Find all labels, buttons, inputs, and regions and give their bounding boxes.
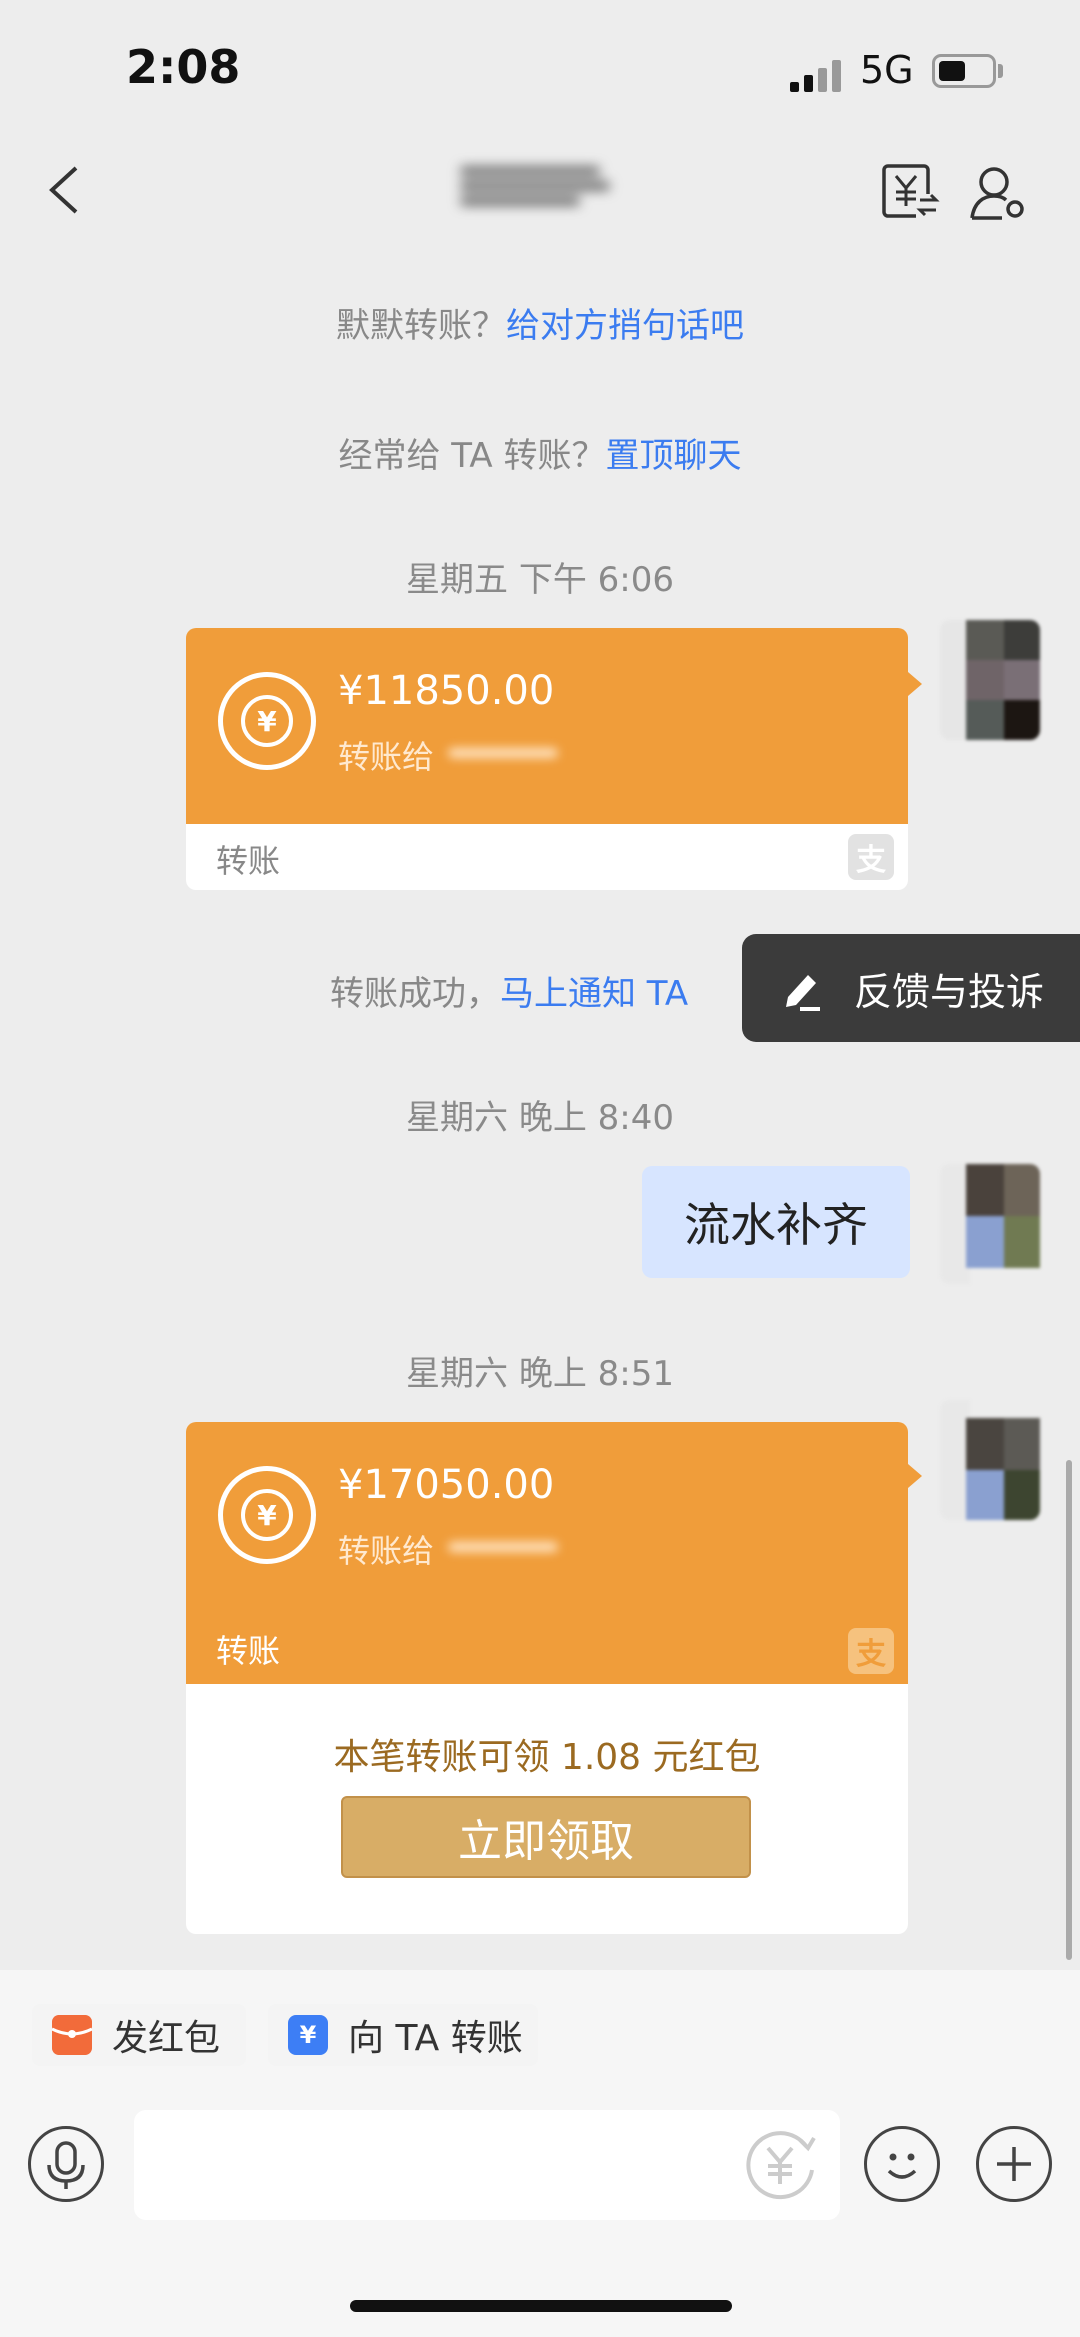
avatar[interactable]: [940, 1400, 1040, 1520]
signal-icon: [790, 58, 842, 92]
transfer-recipient-label: 转账给: [338, 1532, 435, 1570]
hint-text: 经常给 TA 转账？: [338, 436, 606, 476]
chevron-left-icon: [49, 166, 78, 214]
feedback-button[interactable]: 反馈与投诉: [742, 934, 1080, 1042]
claim-red-packet-button[interactable]: 立即领取: [341, 1796, 751, 1878]
yuan-transfer-icon: [882, 164, 940, 220]
text-message-bubble[interactable]: 流水补齐: [642, 1166, 910, 1278]
transfer-card-header: ¥ ¥11850.00 转账给: [186, 628, 908, 824]
transfer-coin-icon: ¥: [218, 1466, 316, 1564]
recipient-name-blurred: [448, 748, 558, 758]
chat-title-blurred: [460, 160, 620, 210]
red-packet-icon: [52, 2015, 92, 2055]
more-button[interactable]: [976, 2126, 1052, 2202]
message-input[interactable]: [134, 2110, 840, 2220]
red-packet-section: 本笔转账可领 1.08 元红包 立即领取: [186, 1684, 908, 1934]
feedback-label: 反馈与投诉: [854, 969, 1045, 1014]
yuan-card-icon: ¥: [288, 2015, 328, 2055]
timestamp: 星期六 晚上 8:40: [406, 1098, 674, 1138]
plus-icon: [997, 2147, 1031, 2181]
smiley-icon: [887, 2153, 917, 2179]
notify-link[interactable]: 马上通知 TA: [500, 974, 688, 1014]
microphone-icon: [47, 2141, 85, 2189]
success-text: 转账成功，: [330, 974, 500, 1014]
bubble-tail: [908, 672, 922, 696]
avatar[interactable]: [940, 620, 1040, 740]
emoji-button[interactable]: [864, 2126, 940, 2202]
timestamp: 星期五 下午 6:06: [406, 560, 674, 600]
voice-button[interactable]: [28, 2126, 104, 2202]
transfer-card-1[interactable]: ¥ ¥11850.00 转账给 转账 支: [186, 628, 908, 890]
transfer-card-2[interactable]: ¥ ¥17050.00 转账给 转账 支 本笔转账可领 1.08 元红包 立即领…: [186, 1422, 908, 1934]
back-button[interactable]: [38, 160, 98, 220]
bubble-tail: [908, 1464, 922, 1488]
home-indicator: [350, 2300, 732, 2312]
user-settings-icon: [970, 167, 1024, 220]
hint-message-1: 默默转账？给对方捎句话吧: [0, 298, 1080, 347]
send-red-packet-button[interactable]: 发红包: [32, 2004, 246, 2066]
pin-chat-link[interactable]: 置顶聊天: [606, 436, 742, 476]
transfer-amount: ¥11850.00: [338, 668, 555, 714]
recipient-name-blurred: [448, 1542, 558, 1552]
hint-text: 默默转账？: [336, 306, 506, 346]
avatar[interactable]: [940, 1164, 1040, 1284]
network-type: 5G: [860, 48, 914, 92]
scrollbar[interactable]: [1066, 1460, 1072, 1960]
transfer-button[interactable]: [880, 162, 940, 222]
yuan-circle-icon[interactable]: [740, 2124, 820, 2204]
alipay-logo-icon: 支: [848, 834, 894, 880]
leave-message-link[interactable]: 给对方捎句话吧: [506, 306, 744, 346]
timestamp: 星期六 晚上 8:51: [406, 1354, 674, 1394]
transfer-footer-label: 转账: [216, 842, 281, 880]
transfer-coin-icon: ¥: [218, 672, 316, 770]
transfer-card-header: ¥ ¥17050.00 转账给 转账 支: [186, 1422, 908, 1684]
transfer-card-footer: 转账 支: [186, 824, 908, 890]
hint-message-2: 经常给 TA 转账？置顶聊天: [0, 428, 1080, 477]
battery-tip: [998, 64, 1003, 78]
transfer-to-ta-button[interactable]: ¥ 向 TA 转账: [268, 2004, 538, 2066]
status-time: 2:08: [126, 40, 241, 94]
red-packet-text: 本笔转账可领 1.08 元红包: [333, 1737, 761, 1778]
transfer-footer-label: 转账: [216, 1632, 281, 1670]
profile-button[interactable]: [968, 162, 1028, 222]
quick-action-label: 发红包: [112, 2018, 221, 2059]
transfer-recipient-label: 转账给: [338, 738, 435, 776]
transfer-amount: ¥17050.00: [338, 1462, 555, 1508]
pencil-icon: [786, 975, 820, 1011]
transfer-success-message: 转账成功，马上通知 TA: [330, 966, 750, 1015]
battery-icon: [932, 54, 996, 88]
alipay-logo-icon: 支: [848, 1628, 894, 1674]
quick-action-label: 向 TA 转账: [348, 2018, 523, 2059]
